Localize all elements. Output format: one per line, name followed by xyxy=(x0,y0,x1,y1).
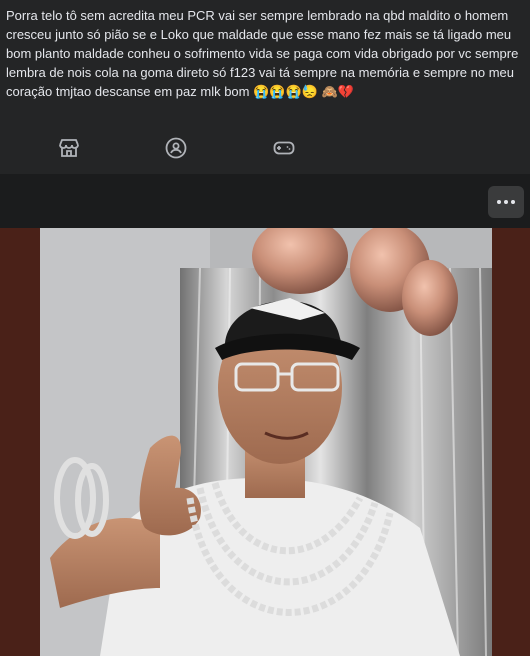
photo-illustration xyxy=(40,228,492,656)
gaming-icon[interactable] xyxy=(270,134,298,162)
navigation-bar xyxy=(0,124,530,174)
photo-header xyxy=(0,174,530,228)
marketplace-icon[interactable] xyxy=(55,134,83,162)
more-options-icon[interactable] xyxy=(488,186,524,218)
post-text: Porra telo tô sem acredita meu PCR vai s… xyxy=(6,8,519,99)
post-photo[interactable] xyxy=(40,228,492,656)
groups-icon[interactable] xyxy=(162,134,190,162)
photo-frame xyxy=(0,228,530,656)
